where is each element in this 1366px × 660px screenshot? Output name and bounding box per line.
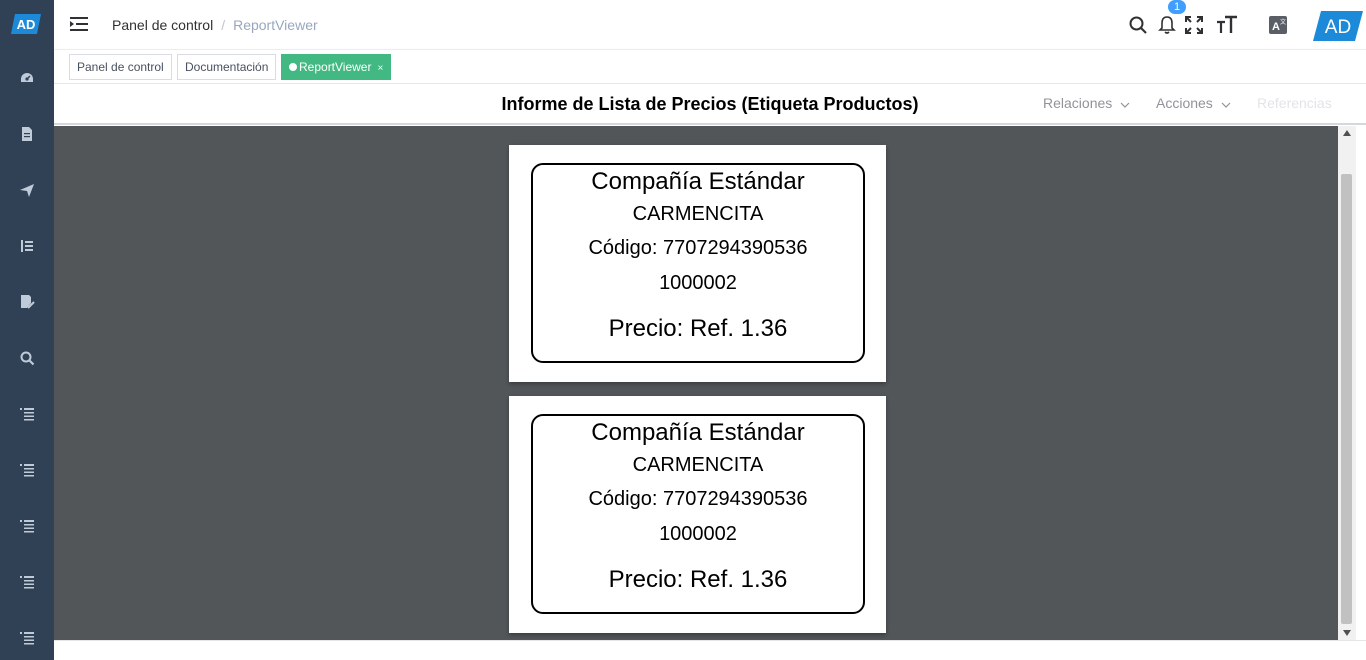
label-product-name: CARMENCITA — [632, 203, 764, 225]
label-barcode: Código: 7707294390536 — [588, 237, 808, 259]
breadcrumb-home[interactable]: Panel de control — [112, 17, 213, 33]
brand-logo[interactable]: AD — [1313, 11, 1363, 41]
menu-label: Acciones — [1156, 95, 1213, 111]
tags-view: Panel de control Documentación ReportVie… — [54, 50, 1366, 84]
label-barcode: Código: 7707294390536 — [588, 488, 808, 510]
list-icon[interactable] — [17, 628, 37, 648]
label-price: Precio: Ref. 1.36 — [608, 566, 788, 593]
relations-menu[interactable]: Relaciones — [1043, 95, 1130, 111]
scroll-thumb[interactable] — [1341, 174, 1352, 624]
label-company: Compañía Estándar — [591, 168, 805, 195]
label-sku: 1000002 — [659, 272, 737, 294]
search-icon[interactable] — [1127, 14, 1149, 36]
svg-text:文: 文 — [1280, 18, 1286, 26]
menu-label: Relaciones — [1043, 95, 1113, 111]
hamburger-icon[interactable] — [70, 15, 88, 33]
report-viewer: Compañía Estándar CARMENCITA Código: 770… — [54, 126, 1338, 640]
font-size-icon[interactable] — [1216, 14, 1238, 36]
document-icon[interactable] — [17, 124, 37, 144]
product-label: Compañía Estándar CARMENCITA Código: 770… — [531, 414, 865, 614]
scroll-up-arrow-icon[interactable] — [1343, 130, 1351, 136]
app-logo[interactable]: AD — [11, 14, 41, 34]
breadcrumb-current: ReportViewer — [233, 17, 318, 33]
breadcrumb-separator: / — [221, 17, 226, 33]
viewer-scrollbar[interactable] — [1338, 126, 1356, 640]
menu-label: Referencias — [1257, 95, 1332, 111]
product-label: Compañía Estándar CARMENCITA Código: 770… — [531, 163, 865, 363]
references-menu[interactable]: Referencias — [1257, 95, 1332, 111]
footer — [54, 640, 1366, 660]
notification-badge: 1 — [1168, 0, 1186, 14]
active-dot-icon — [289, 63, 297, 71]
label-sku: 1000002 — [659, 523, 737, 545]
tag-label: Documentación — [185, 60, 269, 74]
send-icon[interactable] — [17, 180, 37, 200]
chevron-down-icon — [1120, 102, 1130, 108]
tag-label: ReportViewer — [299, 60, 372, 74]
report-header: Informe de Lista de Precios (Etiqueta Pr… — [54, 84, 1366, 125]
tag-label: Panel de control — [77, 60, 164, 74]
edit-document-icon[interactable] — [17, 292, 37, 312]
fullscreen-icon[interactable] — [1183, 14, 1205, 36]
tag-documentacion[interactable]: Documentación — [177, 54, 277, 80]
sidebar: AD — [0, 0, 54, 660]
label-price: Precio: Ref. 1.36 — [608, 315, 788, 342]
search-icon[interactable] — [17, 348, 37, 368]
list-icon[interactable] — [17, 460, 37, 480]
tag-reportviewer[interactable]: ReportViewer × — [281, 54, 392, 80]
tag-panel-de-control[interactable]: Panel de control — [69, 54, 172, 80]
dashboard-icon[interactable] — [17, 68, 37, 88]
report-menu: Relaciones Acciones Referencias — [1033, 84, 1366, 123]
tree-list-icon[interactable] — [17, 236, 37, 256]
actions-menu[interactable]: Acciones — [1156, 95, 1231, 111]
close-icon[interactable]: × — [377, 63, 383, 74]
translate-icon[interactable]: A文 — [1267, 14, 1289, 36]
chevron-down-icon — [1221, 102, 1231, 108]
report-page: Compañía Estándar CARMENCITA Código: 770… — [509, 145, 886, 382]
report-page: Compañía Estándar CARMENCITA Código: 770… — [509, 396, 886, 633]
label-product-name: CARMENCITA — [632, 454, 764, 476]
breadcrumb: Panel de control / ReportViewer — [112, 17, 318, 33]
scroll-down-arrow-icon[interactable] — [1343, 630, 1351, 636]
list-icon[interactable] — [17, 404, 37, 424]
label-company: Compañía Estándar — [591, 419, 805, 446]
bell-icon[interactable] — [1156, 14, 1178, 36]
list-icon[interactable] — [17, 516, 37, 536]
list-icon[interactable] — [17, 572, 37, 592]
svg-text:A: A — [1272, 21, 1280, 33]
svg-text:AD: AD — [1325, 17, 1351, 38]
svg-text:AD: AD — [17, 17, 36, 32]
